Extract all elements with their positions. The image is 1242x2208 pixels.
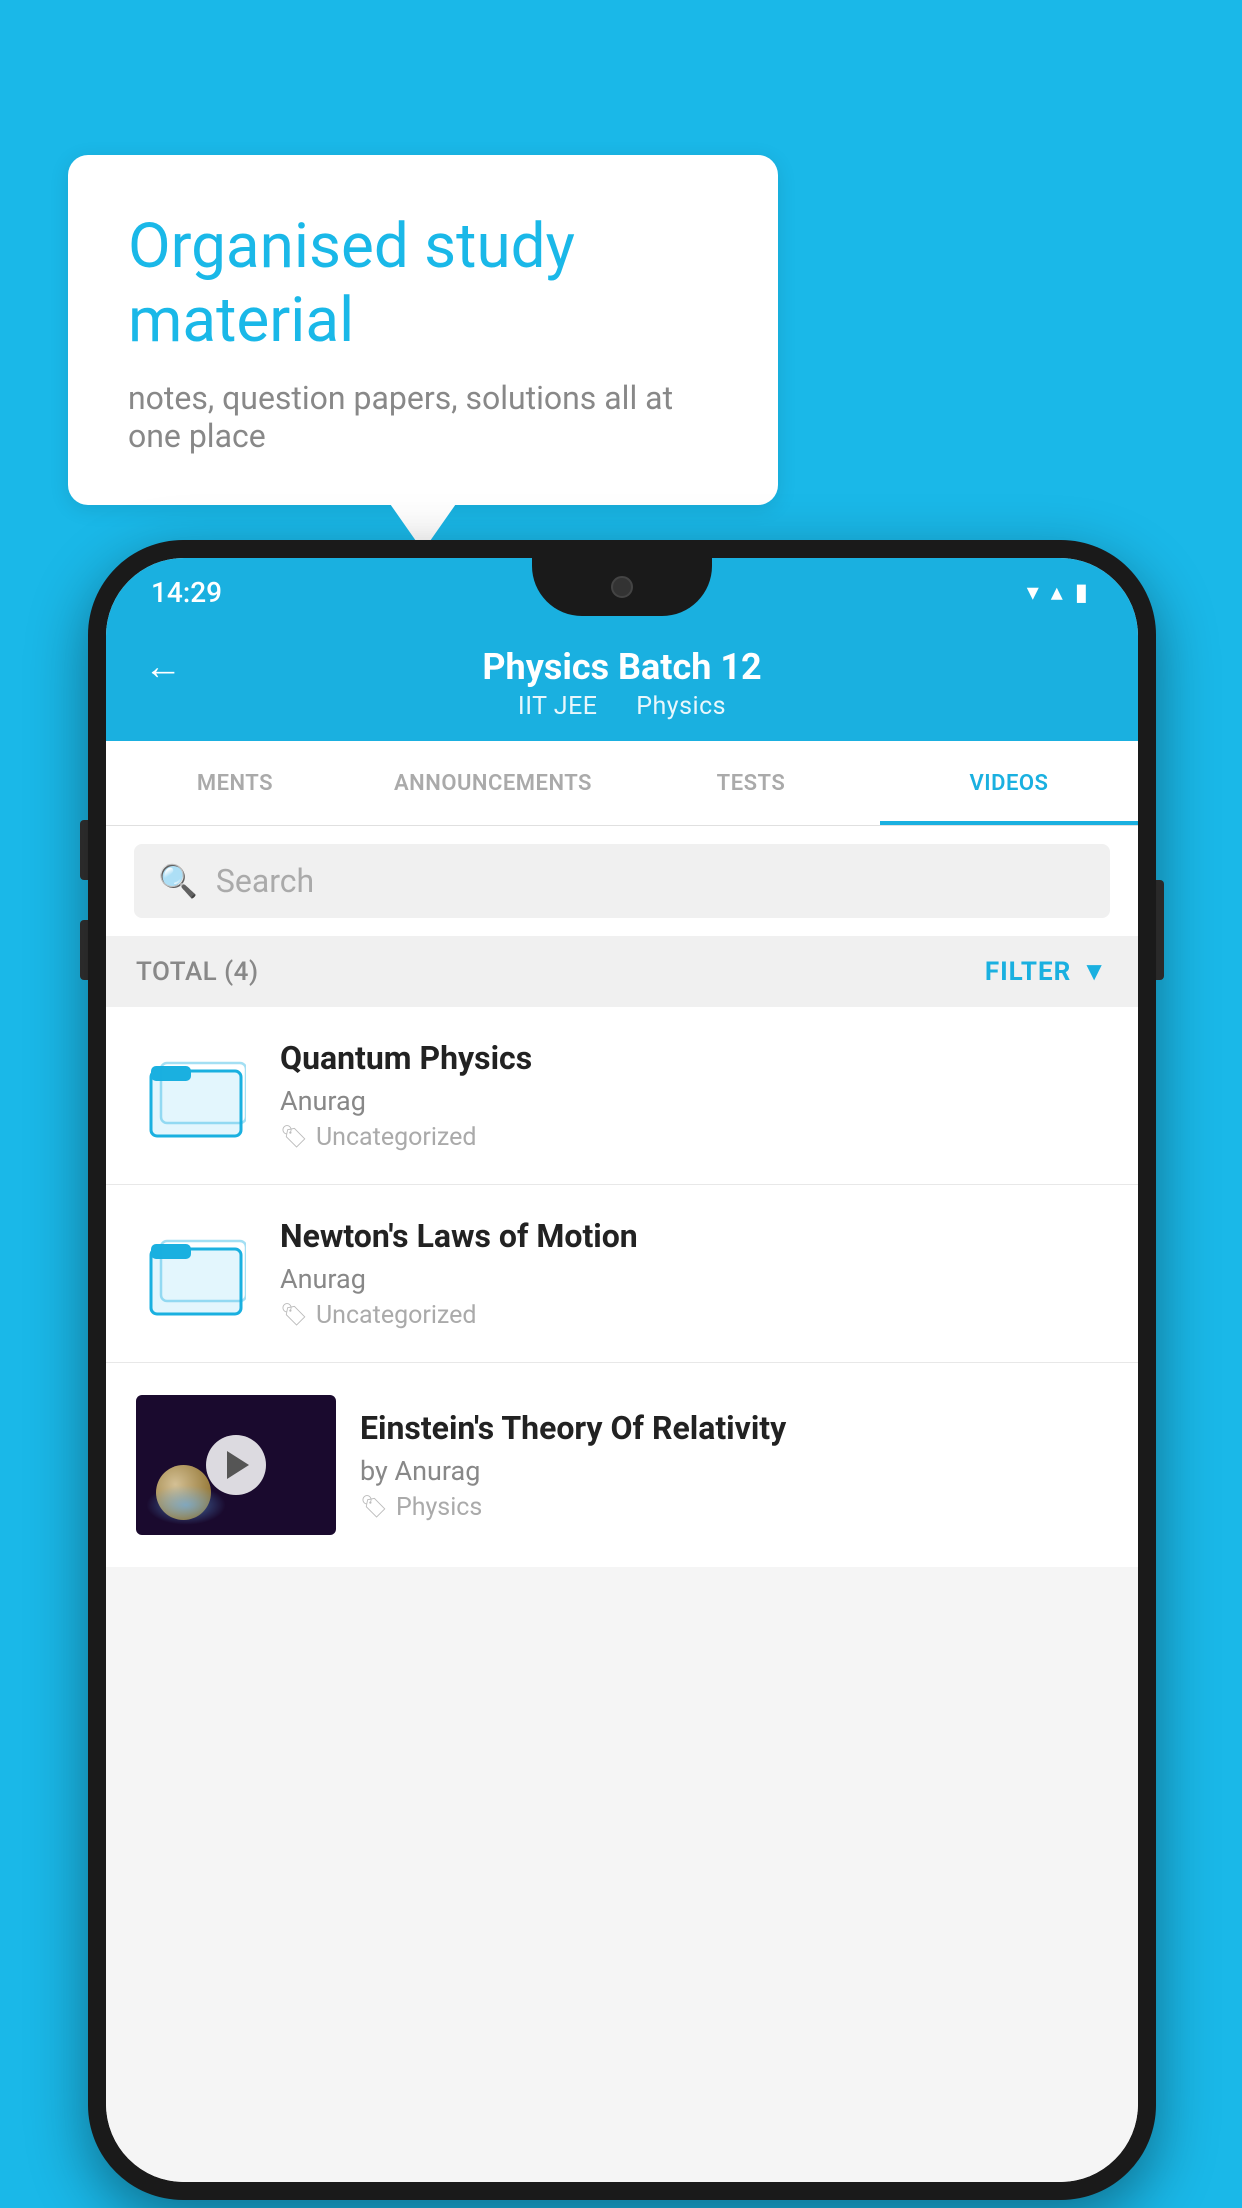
tab-bar: MENTS ANNOUNCEMENTS TESTS VIDEOS — [106, 741, 1138, 826]
folder-thumb-2 — [136, 1224, 256, 1324]
thumbnail-glow — [146, 1485, 226, 1525]
front-camera — [611, 576, 633, 598]
video-title: Newton's Laws of Motion — [280, 1217, 1108, 1255]
status-time: 14:29 — [151, 576, 222, 609]
wifi-icon: ▾ — [1027, 578, 1039, 606]
video-tag: 🏷 Uncategorized — [280, 1301, 1108, 1330]
tag-label: Uncategorized — [316, 1123, 477, 1152]
tag-icon: 🏷 — [360, 1495, 388, 1520]
play-triangle-icon — [227, 1451, 249, 1479]
video-title: Einstein's Theory Of Relativity — [360, 1409, 1108, 1447]
bubble-subtitle: notes, question papers, solutions all at… — [128, 379, 718, 455]
header-row: ← Physics Batch 12 — [106, 646, 1138, 688]
header-title: Physics Batch 12 — [482, 646, 761, 688]
video-author: by Anurag — [360, 1455, 1108, 1487]
phone-screen: 14:29 ▾ ▴ ▮ ← Physics Batch 12 IIT JEE — [106, 558, 1138, 2182]
video-author: Anurag — [280, 1085, 1108, 1117]
video-info-3: Einstein's Theory Of Relativity by Anura… — [360, 1409, 1108, 1522]
tab-videos[interactable]: VIDEOS — [880, 741, 1138, 825]
volume-up-button — [80, 820, 88, 880]
app-header: ← Physics Batch 12 IIT JEE Physics — [106, 626, 1138, 741]
signal-icon: ▴ — [1051, 578, 1063, 606]
list-item[interactable]: Einstein's Theory Of Relativity by Anura… — [106, 1363, 1138, 1567]
video-tag: 🏷 Physics — [360, 1493, 1108, 1522]
header-tag2: Physics — [636, 692, 726, 721]
filter-label: FILTER — [985, 957, 1071, 987]
video-thumbnail — [136, 1395, 336, 1535]
power-button — [1156, 880, 1164, 980]
tab-announcements[interactable]: ANNOUNCEMENTS — [364, 741, 622, 825]
video-list: Quantum Physics Anurag 🏷 Uncategorized — [106, 1007, 1138, 1567]
list-item[interactable]: Newton's Laws of Motion Anurag 🏷 Uncateg… — [106, 1185, 1138, 1363]
status-icons: ▾ ▴ ▮ — [1027, 578, 1088, 606]
search-bar: 🔍 Search — [106, 826, 1138, 936]
content-area: 🔍 Search TOTAL (4) FILTER ▼ — [106, 826, 1138, 2182]
phone-outer: 14:29 ▾ ▴ ▮ ← Physics Batch 12 IIT JEE — [88, 540, 1156, 2200]
phone-mockup: 14:29 ▾ ▴ ▮ ← Physics Batch 12 IIT JEE — [88, 540, 1156, 2200]
filter-bar: TOTAL (4) FILTER ▼ — [106, 936, 1138, 1007]
video-tag: 🏷 Uncategorized — [280, 1123, 1108, 1152]
filter-button[interactable]: FILTER ▼ — [985, 956, 1108, 987]
battery-icon: ▮ — [1075, 578, 1088, 606]
search-placeholder: Search — [216, 862, 314, 900]
header-tag1: IIT JEE — [518, 692, 598, 721]
video-author: Anurag — [280, 1263, 1108, 1295]
tab-ments[interactable]: MENTS — [106, 741, 364, 825]
tag-icon: 🏷 — [280, 1303, 308, 1328]
tag-icon: 🏷 — [280, 1125, 308, 1150]
list-item[interactable]: Quantum Physics Anurag 🏷 Uncategorized — [106, 1007, 1138, 1185]
volume-down-button — [80, 920, 88, 980]
tag-label: Uncategorized — [316, 1301, 477, 1330]
total-count: TOTAL (4) — [136, 957, 259, 987]
folder-icon — [146, 1229, 246, 1319]
phone-notch — [532, 558, 712, 616]
video-info-2: Newton's Laws of Motion Anurag 🏷 Uncateg… — [280, 1217, 1108, 1330]
video-info-1: Quantum Physics Anurag 🏷 Uncategorized — [280, 1039, 1108, 1152]
search-icon: 🔍 — [158, 862, 198, 900]
play-button[interactable] — [206, 1435, 266, 1495]
tab-tests[interactable]: TESTS — [622, 741, 880, 825]
tag-label: Physics — [396, 1493, 482, 1522]
video-title: Quantum Physics — [280, 1039, 1108, 1077]
header-subtitle: IIT JEE Physics — [510, 692, 734, 721]
back-button[interactable]: ← — [144, 645, 182, 689]
folder-icon — [146, 1051, 246, 1141]
folder-thumb-1 — [136, 1046, 256, 1146]
filter-icon: ▼ — [1081, 956, 1108, 987]
speech-bubble: Organised study material notes, question… — [68, 155, 778, 505]
search-input-wrap[interactable]: 🔍 Search — [134, 844, 1110, 918]
bubble-title: Organised study material — [128, 210, 718, 359]
